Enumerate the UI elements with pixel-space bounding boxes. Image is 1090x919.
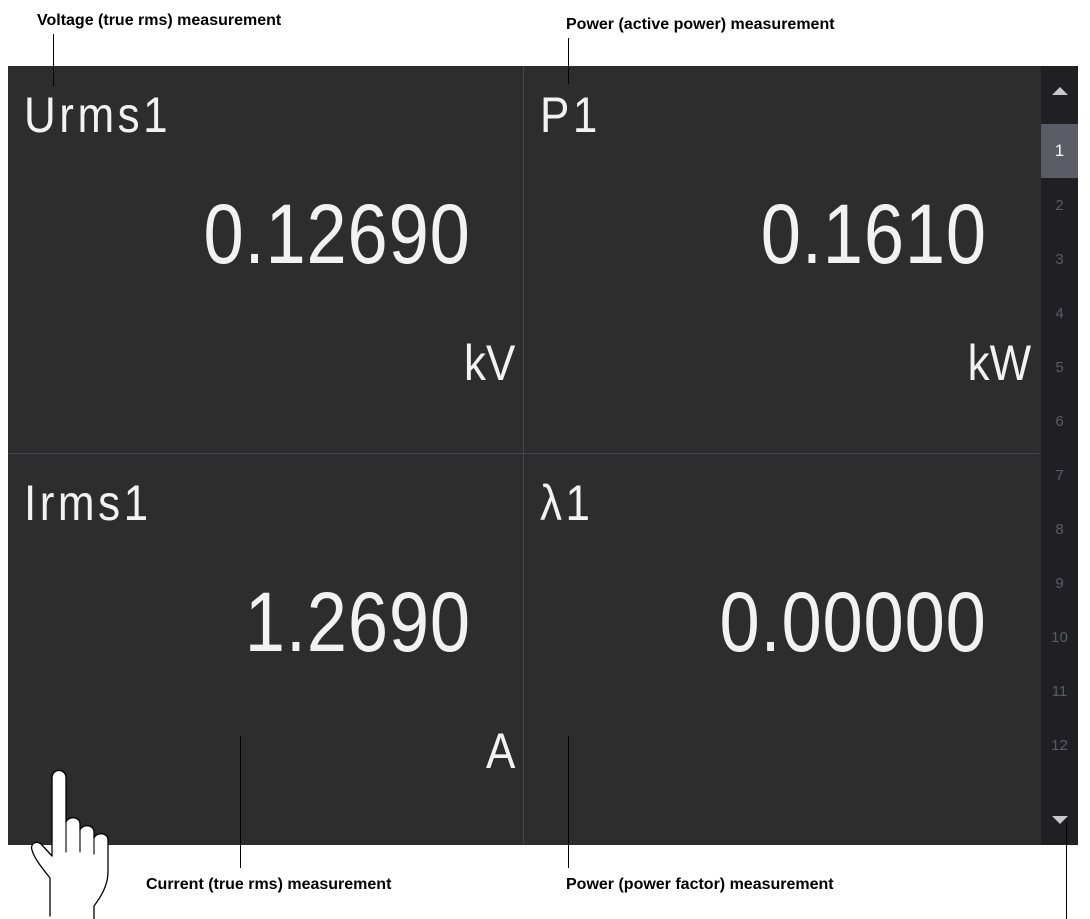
page-item-4[interactable]: 4 [1041,286,1078,340]
scroll-down-button[interactable] [1041,795,1078,845]
page-item-1[interactable]: 1 [1041,124,1078,178]
item-label: λ1 [540,475,594,531]
callout-power-factor: Power (power factor) measurement [566,876,834,893]
leader-line-current [240,736,241,868]
leader-line-power-active [568,38,569,84]
measurement-cell-power-active[interactable]: P1 0.1610 kW [524,66,1039,454]
item-label: Urms1 [24,87,172,143]
unit-label: A [485,723,515,779]
touch-hand-icon [30,769,109,919]
page-item-11[interactable]: 11 [1041,664,1078,718]
item-label: Irms1 [24,475,152,531]
page-item-8[interactable]: 8 [1041,502,1078,556]
leader-line-scroll [1066,822,1067,919]
callout-power-active: Power (active power) measurement [566,16,835,33]
triangle-up-icon [1051,87,1068,95]
callout-current: Current (true rms) measurement [146,876,392,893]
unit-label: kV [463,335,515,391]
page-item-2[interactable]: 2 [1041,178,1078,232]
callout-voltage: Voltage (true rms) measurement [37,12,282,29]
leader-line-power-factor [568,736,569,868]
page-item-5[interactable]: 5 [1041,340,1078,394]
measured-value: 1.2690 [244,575,471,669]
measurement-display: Urms1 0.12690 kV P1 0.1610 kW Irms1 1.26… [8,66,1041,845]
page-item-6[interactable]: 6 [1041,394,1078,448]
page-item-10[interactable]: 10 [1041,610,1078,664]
page-list: 1 2 3 4 5 6 7 8 9 10 11 12 [1041,124,1078,772]
scroll-up-button[interactable] [1041,66,1078,116]
leader-line-voltage [53,34,54,86]
measured-value: 0.12690 [203,187,471,281]
measurement-cell-voltage[interactable]: Urms1 0.12690 kV [8,66,524,454]
page-item-3[interactable]: 3 [1041,232,1078,286]
measurement-cell-power-factor[interactable]: λ1 0.00000 [524,454,1039,845]
page-scrollbar[interactable]: 1 2 3 4 5 6 7 8 9 10 11 12 [1041,66,1078,845]
item-label: P1 [540,87,601,143]
measured-value: 0.00000 [719,575,987,669]
page-item-12[interactable]: 12 [1041,718,1078,772]
page-item-7[interactable]: 7 [1041,448,1078,502]
unit-label: kW [967,335,1031,391]
measured-value: 0.1610 [760,187,987,281]
page-item-9[interactable]: 9 [1041,556,1078,610]
